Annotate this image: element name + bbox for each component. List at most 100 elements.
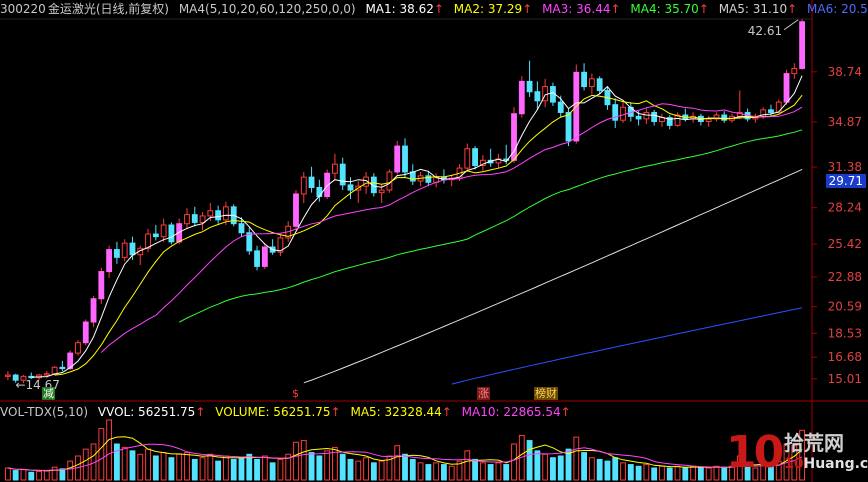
volume-bar [557,455,564,481]
candle-body [98,271,105,300]
volume-bar [472,458,478,481]
volume-bar [121,446,128,481]
event-marker-dollar[interactable]: $ [291,387,300,400]
volume-bar [191,458,198,481]
candle-body [113,249,120,258]
volume-bar [674,465,681,481]
volume-bar [511,443,517,481]
y-tick-label: 38.74 [828,65,862,79]
volume-bar [495,462,502,481]
ma6-line [451,307,803,385]
candle-body [121,242,128,258]
volume-bar [682,467,689,481]
ma1-arrow: ↑ [433,2,444,16]
volume-bar [339,453,346,481]
candle-body [620,106,626,121]
volume-bar [627,464,634,481]
ma4-arrow: ↑ [698,2,709,16]
candle-body [160,224,167,238]
volume-bar [199,457,206,481]
volume-bar [581,452,588,481]
volume-bar [215,460,222,481]
last-price-tag: 29.71 [825,174,866,188]
volume-bar [293,441,299,481]
volume-bar [51,466,58,481]
volume-bar [464,450,471,481]
event-marker-rise[interactable]: 涨 [477,387,490,400]
volume-bar [573,436,580,481]
candle-body [643,111,650,120]
candle-body [168,224,175,243]
event-marker-reduce[interactable]: 减 [42,387,55,400]
volume-bar [160,452,167,481]
candle-body [238,223,245,234]
volume-bar [441,464,447,481]
candle-body [59,366,66,370]
candle-body [588,78,595,88]
volume-bar [20,469,27,481]
ma-settings: MA4(5,10,20,60,120,250,0,0) [178,2,356,16]
candle-body [394,145,401,173]
volume-bar [207,453,214,481]
y-tick-label: 16.68 [828,350,862,364]
volume-bar [238,457,245,481]
volume-bar [550,457,556,481]
ma1-value: MA1: 38.62↑ [365,2,443,16]
candle-body [534,91,541,102]
volume-bar [487,464,494,481]
candle-body [90,298,97,323]
volume-bar [588,457,595,481]
vol-ma10-value: MA10: 22865.54↑ [462,405,571,419]
y-tick-label: 18.53 [828,326,862,340]
candle-body [207,210,214,217]
candle-body [518,80,525,115]
volume-bar [168,457,175,481]
ma5-text: MA5: 31.10 [718,2,788,16]
candle-body [308,176,315,188]
ma4-text: MA4: 35.70 [630,2,699,16]
candle-body [635,115,642,120]
ma5-line [303,168,803,384]
candle-body [581,71,588,88]
volume-bar [113,443,120,481]
watermark-en: 10Huang.cn [784,455,868,473]
watermark-en-a: 10 [784,456,804,472]
high-annotation: 42.61 [748,24,782,38]
candle-body [378,189,385,194]
volume-bar [316,455,323,481]
volume-bar [355,460,362,481]
y-tick-label: 34.87 [828,115,862,129]
volume-indicator-name: VOL-TDX(5,10) [0,405,89,419]
candle-body [51,366,58,375]
y-tick-label: 25.42 [828,237,862,251]
candle-body [557,101,564,113]
candle-body [651,111,658,122]
volume-bar [28,471,35,481]
event-marker-list-finance[interactable]: 榜财 [534,387,558,400]
volume-bar [534,450,541,481]
volume-bar [254,458,260,481]
candle-body [791,67,798,75]
volume-text: VOLUME: 56251.75 [215,405,331,419]
y-tick-label: 15.01 [828,372,862,386]
volume-bar [308,452,315,481]
volume-bar [402,453,408,481]
volume-bar [713,465,720,481]
volume-bar [612,457,619,481]
ma3-arrow: ↑ [610,2,621,16]
candle-body [565,111,572,142]
candle-body [215,210,222,221]
vol-ma5-text: MA5: 32328.44 [350,405,442,419]
volume-bar [98,428,105,481]
volume-bar [666,467,673,481]
volume-bar [347,458,354,481]
volume-bar [261,455,268,481]
volume-bar [604,460,611,481]
volume-bar [705,467,712,481]
watermark-logo: 10 拾荒网 10Huang.cn [726,430,868,476]
ma1-text: MA1: 38.62 [365,2,434,16]
candle-body [775,101,782,113]
candle-body [246,232,253,252]
volume-bar [176,453,183,481]
candle-body [347,184,354,191]
